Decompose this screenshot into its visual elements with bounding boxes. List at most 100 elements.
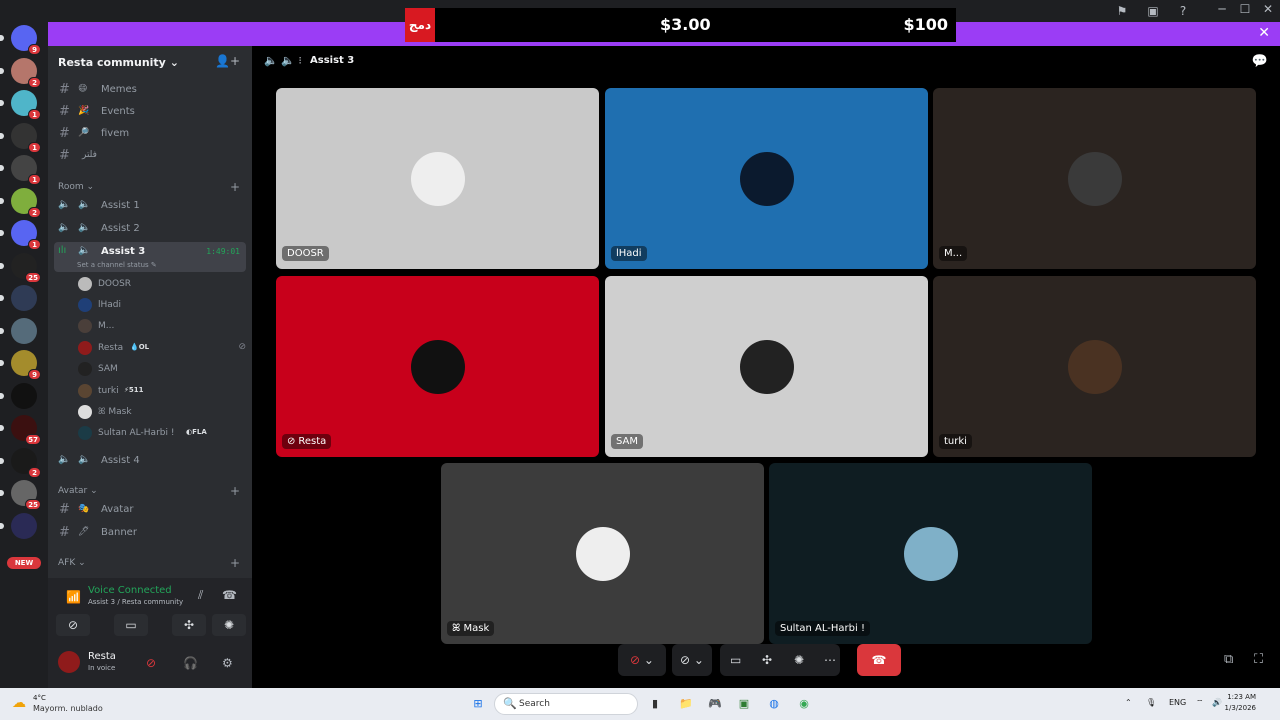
soundboard-button[interactable]: ✺: [212, 614, 246, 636]
server-icon[interactable]: 2: [0, 57, 41, 88]
server-icon[interactable]: 2: [0, 187, 41, 218]
chat-icon[interactable]: 💬: [1252, 54, 1268, 69]
voice-user[interactable]: Resta 💧OL ⊘: [78, 338, 246, 358]
server-icon[interactable]: 1: [0, 90, 41, 120]
task-view-icon[interactable]: ▮: [646, 695, 664, 713]
disconnect-icon[interactable]: ☎: [222, 588, 237, 602]
voice-user[interactable]: turki ⚡511: [78, 381, 238, 401]
server-icon[interactable]: 1: [0, 220, 41, 250]
video-tile[interactable]: lHadi: [605, 88, 928, 269]
mention-badge: 1: [28, 174, 41, 185]
more-options-icon[interactable]: ⋯: [824, 644, 836, 676]
weather-icon[interactable]: ☁: [12, 695, 26, 711]
guild-name[interactable]: Resta community ⌄: [58, 56, 179, 69]
activities-button[interactable]: ✣: [172, 614, 206, 636]
inbox-icon[interactable]: ▣: [1144, 2, 1162, 20]
maximize-button[interactable]: ☐: [1234, 2, 1256, 16]
video-tile[interactable]: ꕤ Mask: [441, 463, 764, 644]
banner-close-icon[interactable]: ✕: [1258, 25, 1270, 41]
voice-channel-assist-3[interactable]: ılı 🔈 Assist 3 1:49:01 Set a channel stat…: [54, 242, 246, 272]
video-tile[interactable]: turki: [933, 276, 1256, 457]
server-icon[interactable]: 1: [0, 122, 41, 153]
hang-up-button[interactable]: ☎: [857, 644, 901, 676]
channel-memes[interactable]: # 😄 Memes: [54, 80, 246, 100]
volume-icon[interactable]: 🔊: [1212, 698, 1222, 707]
minimize-button[interactable]: ─: [1211, 2, 1233, 16]
voice-user[interactable]: ꕤ Mask: [78, 402, 238, 422]
server-icon[interactable]: 9: [0, 25, 41, 55]
fullscreen-icon[interactable]: ⛶: [1254, 652, 1263, 667]
mute-mic-button[interactable]: ⊘ ⌄: [618, 644, 666, 676]
server-icon[interactable]: 25: [0, 252, 41, 283]
voice-channel-assist-2[interactable]: 🔈 🔈 Assist 2: [54, 219, 246, 239]
server-icon[interactable]: 1: [0, 155, 41, 185]
channel-events[interactable]: # 🎉 Events: [54, 102, 246, 122]
microphone-icon[interactable]: 🎙: [1146, 698, 1156, 707]
guild-header[interactable]: Resta community ⌄ 👤+: [48, 46, 252, 79]
voice-connected-subtitle[interactable]: Assist 3 / Resta community: [88, 598, 183, 606]
camera-button[interactable]: ⊘ ⌄: [672, 644, 712, 676]
channel-filter[interactable]: # فلتر: [54, 146, 246, 166]
new-servers-pill[interactable]: NEW: [7, 557, 41, 569]
add-channel-icon[interactable]: +: [230, 556, 240, 570]
video-tile[interactable]: DOOSR: [276, 88, 599, 269]
settings-gear-icon[interactable]: ⚙: [222, 656, 233, 670]
channel-fivem[interactable]: # 🔎 fivem: [54, 124, 246, 144]
category-afk[interactable]: AFK ⌄: [58, 558, 86, 568]
video-tile[interactable]: Sultan AL-Harbi !: [769, 463, 1092, 644]
signal-icon[interactable]: 📶: [66, 590, 81, 604]
soundboard-icon[interactable]: ✺: [794, 644, 804, 676]
screen-share-button[interactable]: ▭: [114, 614, 148, 636]
server-icon[interactable]: [0, 285, 37, 311]
unread-indicator: [0, 522, 4, 529]
headphones-icon[interactable]: 🎧: [183, 656, 198, 670]
tray-chevron-icon[interactable]: ⌃: [1125, 698, 1132, 707]
help-icon[interactable]: ?: [1174, 2, 1192, 20]
video-tile[interactable]: ⊘ Resta: [276, 276, 599, 457]
discord-app-icon[interactable]: 🎮: [706, 695, 724, 713]
voice-channel-assist-1[interactable]: 🔈 🔈 Assist 1: [54, 196, 246, 216]
app-icon[interactable]: ▣: [735, 695, 753, 713]
clock[interactable]: 1:23 AM 1/3/2026: [1225, 692, 1256, 714]
voice-channel-assist-4[interactable]: 🔈 🔈 Assist 4: [54, 451, 246, 471]
screen-share-icon[interactable]: ▭: [730, 644, 741, 676]
add-member-icon[interactable]: 👤+: [215, 54, 240, 68]
channel-banner[interactable]: # 🖊 Banner: [54, 523, 246, 543]
popout-icon[interactable]: ⧉: [1224, 652, 1233, 667]
server-icon[interactable]: 57: [0, 415, 41, 445]
wifi-icon[interactable]: ⌔: [1196, 698, 1204, 708]
category-avatar[interactable]: Avatar ⌄: [58, 486, 98, 496]
server-icon[interactable]: 9: [0, 350, 41, 380]
noise-suppression-icon[interactable]: ⫽: [198, 588, 203, 603]
channel-avatar[interactable]: # 🎭 Avatar: [54, 500, 246, 520]
category-room[interactable]: Room ⌄: [58, 182, 94, 192]
close-window-button[interactable]: ✕: [1257, 2, 1279, 16]
flag-icon[interactable]: ⚑: [1113, 2, 1131, 20]
activities-icon[interactable]: ✣: [762, 644, 772, 676]
server-icon[interactable]: [0, 317, 37, 344]
mic-muted-icon[interactable]: ⊘: [146, 656, 156, 670]
camera-off-button[interactable]: ⊘: [56, 614, 90, 636]
server-icon[interactable]: 25: [0, 480, 41, 510]
channel-status[interactable]: Set a channel status ✎: [77, 261, 157, 269]
voice-user[interactable]: lHadi: [78, 295, 238, 315]
voice-user[interactable]: Sultan AL-Harbi ! ◐FLA: [78, 423, 238, 443]
taskbar-search[interactable]: 🔍 Search: [494, 693, 638, 715]
server-icon[interactable]: [0, 512, 37, 539]
chrome-browser-icon[interactable]: ◉: [795, 695, 813, 713]
video-tile[interactable]: SAM: [605, 276, 928, 457]
voice-user[interactable]: SAM: [78, 359, 238, 379]
avatar[interactable]: [58, 651, 80, 673]
server-icon[interactable]: 2: [0, 447, 41, 478]
add-channel-icon[interactable]: +: [230, 180, 240, 194]
edge-browser-icon[interactable]: ◍: [765, 695, 783, 713]
start-menu-icon[interactable]: ⊞: [469, 695, 487, 713]
voice-user[interactable]: DOOSR: [78, 274, 238, 294]
add-channel-icon[interactable]: +: [230, 484, 240, 498]
language-indicator[interactable]: ENG: [1169, 698, 1186, 707]
tile-name: lHadi: [616, 248, 642, 259]
server-icon[interactable]: [0, 382, 37, 409]
video-tile[interactable]: M...: [933, 88, 1256, 269]
voice-user[interactable]: M...: [78, 316, 238, 336]
file-explorer-icon[interactable]: 📁: [677, 695, 695, 713]
